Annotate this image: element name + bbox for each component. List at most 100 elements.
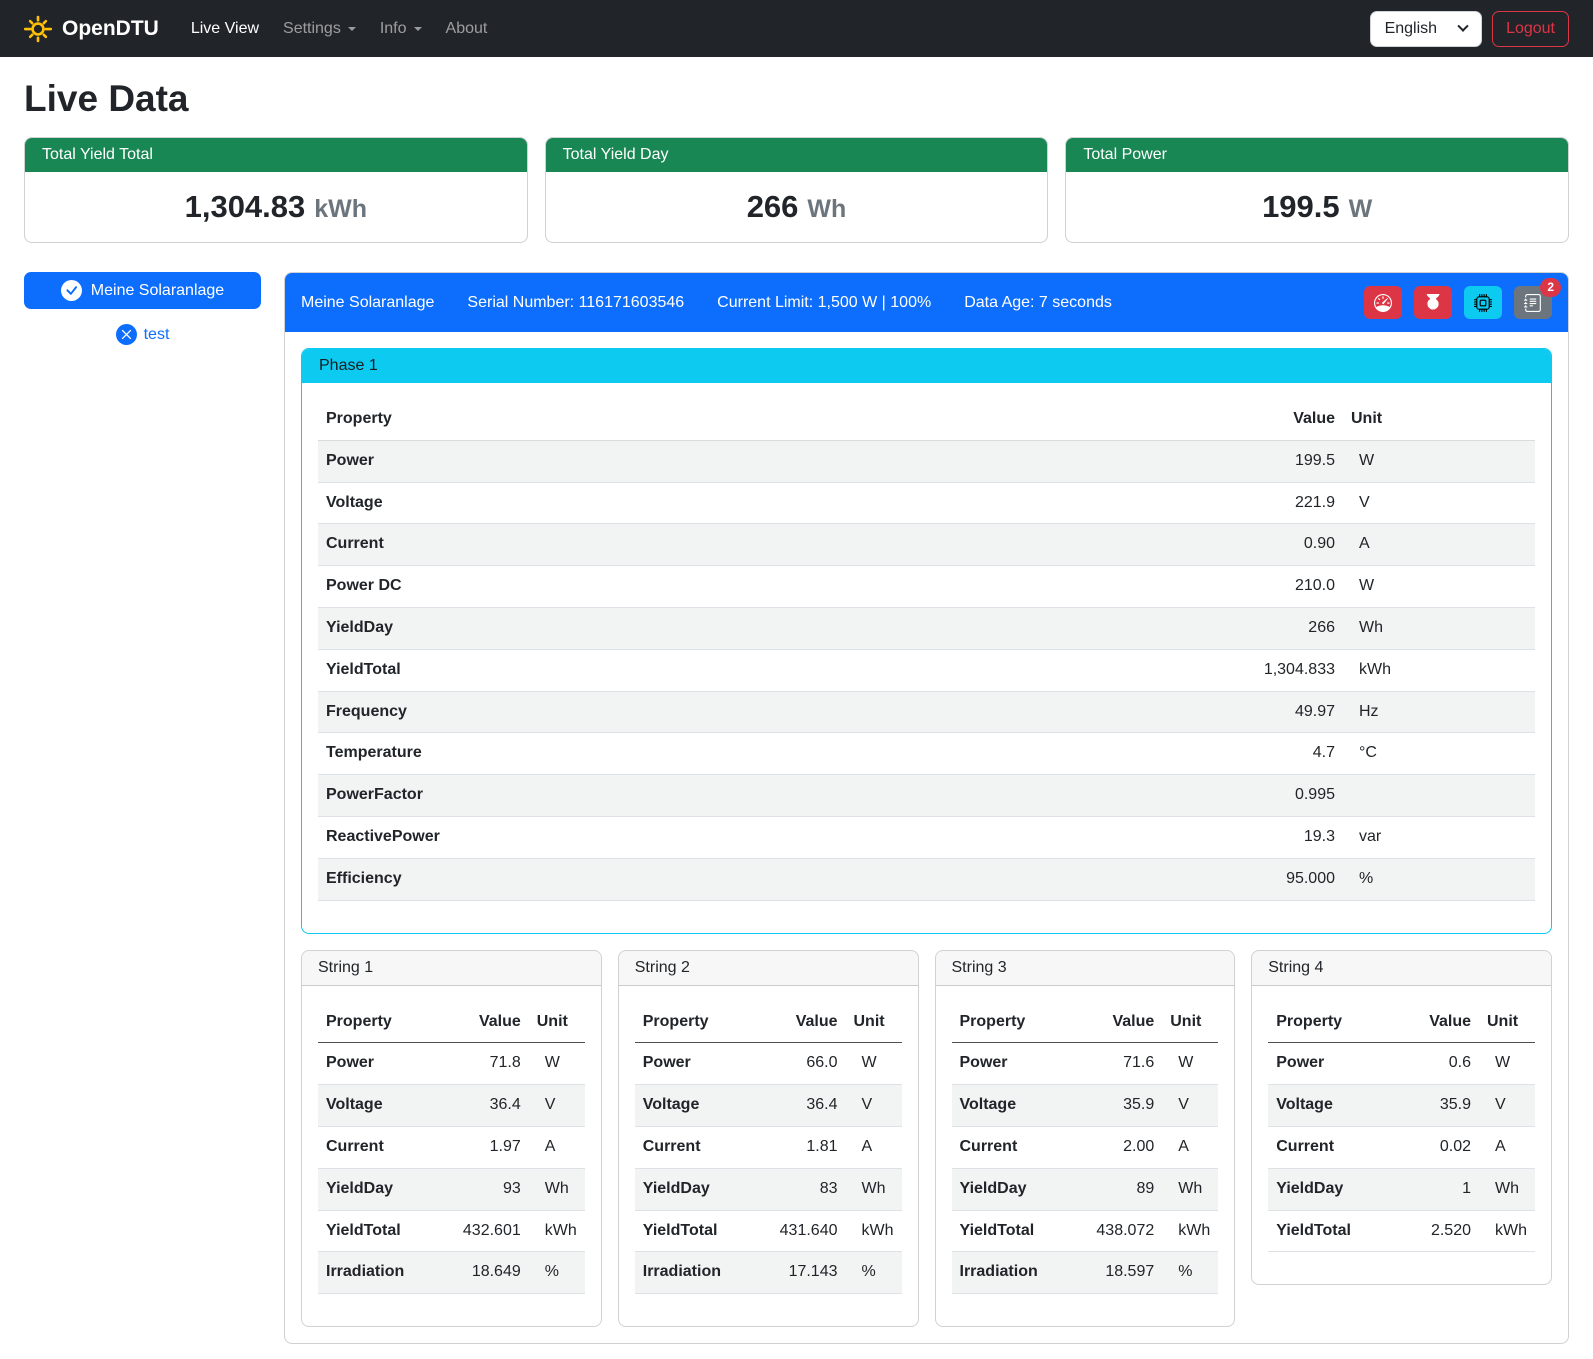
language-value: English (1385, 20, 1437, 38)
table-row: Voltage36.4V (318, 1085, 585, 1127)
nav-item-settings[interactable]: Settings (271, 12, 368, 46)
value-cell: 95.000 (1223, 858, 1343, 900)
value-cell: 221.9 (1223, 482, 1343, 524)
unit-cell: kWh (1479, 1210, 1535, 1252)
navbar: OpenDTU Live View Settings Info About En… (0, 0, 1593, 57)
device-info-button[interactable] (1464, 286, 1502, 319)
nav-item-info[interactable]: Info (368, 12, 434, 46)
string-table: Property Value Unit Power71.8WVoltage36.… (318, 1002, 585, 1295)
card-unit: kWh (314, 195, 367, 223)
table-row: Current0.90A (318, 524, 1535, 566)
total-power-card: Total Power 199.5W (1065, 137, 1569, 243)
property-cell: Irradiation (952, 1252, 1077, 1294)
value-cell: 71.8 (443, 1043, 529, 1085)
language-select[interactable]: English (1370, 11, 1482, 47)
property-cell: Frequency (318, 691, 1223, 733)
property-cell: YieldDay (635, 1168, 760, 1210)
unit-cell: Wh (1343, 607, 1535, 649)
unit-cell: W (1479, 1043, 1535, 1085)
string-card-title: String 2 (619, 951, 918, 986)
card-unit: W (1349, 195, 1373, 223)
page-content: Live Data Total Yield Total 1,304.83kWh … (0, 57, 1593, 1356)
phase-table: Property Value Unit Power199.5WVoltage22… (318, 399, 1535, 901)
event-count-badge: 2 (1540, 278, 1561, 297)
property-cell: Current (635, 1126, 760, 1168)
table-row: Efficiency95.000% (318, 858, 1535, 900)
value-cell: 71.6 (1076, 1043, 1162, 1085)
unit-cell: W (846, 1043, 902, 1085)
navbar-right: English Logout (1370, 11, 1569, 47)
unit-cell: A (1162, 1126, 1218, 1168)
unit-cell: A (1343, 524, 1535, 566)
property-cell: Irradiation (635, 1252, 760, 1294)
nav-item-label: About (446, 20, 488, 38)
value-cell: 18.597 (1076, 1252, 1162, 1294)
unit-cell: Hz (1343, 691, 1535, 733)
inverter-select-button[interactable]: Meine Solaranlage (24, 272, 261, 309)
property-cell: Voltage (318, 482, 1223, 524)
value-cell: 93 (443, 1168, 529, 1210)
app-brand[interactable]: OpenDTU (24, 15, 159, 43)
table-row: YieldDay93Wh (318, 1168, 585, 1210)
table-row: Irradiation18.649% (318, 1252, 585, 1294)
property-cell: YieldDay (318, 607, 1223, 649)
value-cell: 18.649 (443, 1252, 529, 1294)
value-cell: 35.9 (1393, 1085, 1479, 1127)
value-cell: 0.02 (1393, 1126, 1479, 1168)
column-property: Property (318, 399, 1223, 440)
nav-item-about[interactable]: About (434, 12, 500, 46)
chevron-down-icon (1457, 20, 1468, 31)
unit-cell (1343, 775, 1535, 817)
check-circle-icon (61, 280, 82, 301)
summary-cards-row: Total Yield Total 1,304.83kWh Total Yiel… (24, 137, 1569, 243)
card-title: Total Power (1066, 138, 1568, 172)
inverter-card-header: Meine Solaranlage Serial Number: 1161716… (285, 273, 1568, 332)
property-cell: Voltage (318, 1085, 443, 1127)
value-cell: 83 (760, 1168, 846, 1210)
property-cell: Power (1268, 1043, 1393, 1085)
logout-button[interactable]: Logout (1492, 11, 1569, 47)
string-1-card: String 1 Property Value Unit (301, 950, 602, 1328)
property-cell: Efficiency (318, 858, 1223, 900)
property-cell: Voltage (635, 1085, 760, 1127)
unit-cell: W (529, 1043, 585, 1085)
unit-cell: V (1343, 482, 1535, 524)
card-value: 1,304.83 (185, 189, 306, 224)
property-cell: YieldTotal (635, 1210, 760, 1252)
property-cell: YieldTotal (1268, 1210, 1393, 1252)
unit-cell: kWh (529, 1210, 585, 1252)
journal-text-icon (1524, 294, 1542, 312)
string-table: Property Value Unit Power71.6WVoltage35.… (952, 1002, 1219, 1295)
table-row: YieldTotal438.072kWh (952, 1210, 1219, 1252)
value-cell: 431.640 (760, 1210, 846, 1252)
table-row: ReactivePower19.3var (318, 816, 1535, 858)
strings-grid: String 1 Property Value Unit (301, 950, 1552, 1328)
value-cell: 199.5 (1223, 440, 1343, 482)
power-toggle-button[interactable] (1414, 286, 1452, 319)
unit-cell: A (846, 1126, 902, 1168)
page-title: Live Data (24, 78, 1569, 120)
unit-cell: Wh (846, 1168, 902, 1210)
column-property: Property (635, 1002, 760, 1043)
inverter-item-test[interactable]: test (24, 324, 261, 345)
table-header-row: Property Value Unit (952, 1002, 1219, 1043)
inverter-card: Meine Solaranlage Serial Number: 1161716… (284, 272, 1569, 1344)
string-2-card: String 2 Property Value Unit (618, 950, 919, 1328)
power-icon (1424, 294, 1442, 312)
value-cell: 1.81 (760, 1126, 846, 1168)
column-unit: Unit (1343, 399, 1535, 440)
nav-item-live-view[interactable]: Live View (179, 12, 271, 46)
value-cell: 1,304.833 (1223, 649, 1343, 691)
limit-settings-button[interactable] (1364, 286, 1402, 319)
column-unit: Unit (529, 1002, 585, 1043)
chevron-down-icon (348, 27, 356, 31)
property-cell: Current (1268, 1126, 1393, 1168)
table-row: Current0.02A (1268, 1126, 1535, 1168)
column-unit: Unit (1162, 1002, 1218, 1043)
total-yield-day-card: Total Yield Day 266Wh (545, 137, 1049, 243)
nav-links: Live View Settings Info About (179, 12, 500, 46)
event-log-button[interactable]: 2 (1514, 286, 1552, 319)
property-cell: YieldTotal (318, 1210, 443, 1252)
unit-cell: % (1343, 858, 1535, 900)
table-row: Power199.5W (318, 440, 1535, 482)
